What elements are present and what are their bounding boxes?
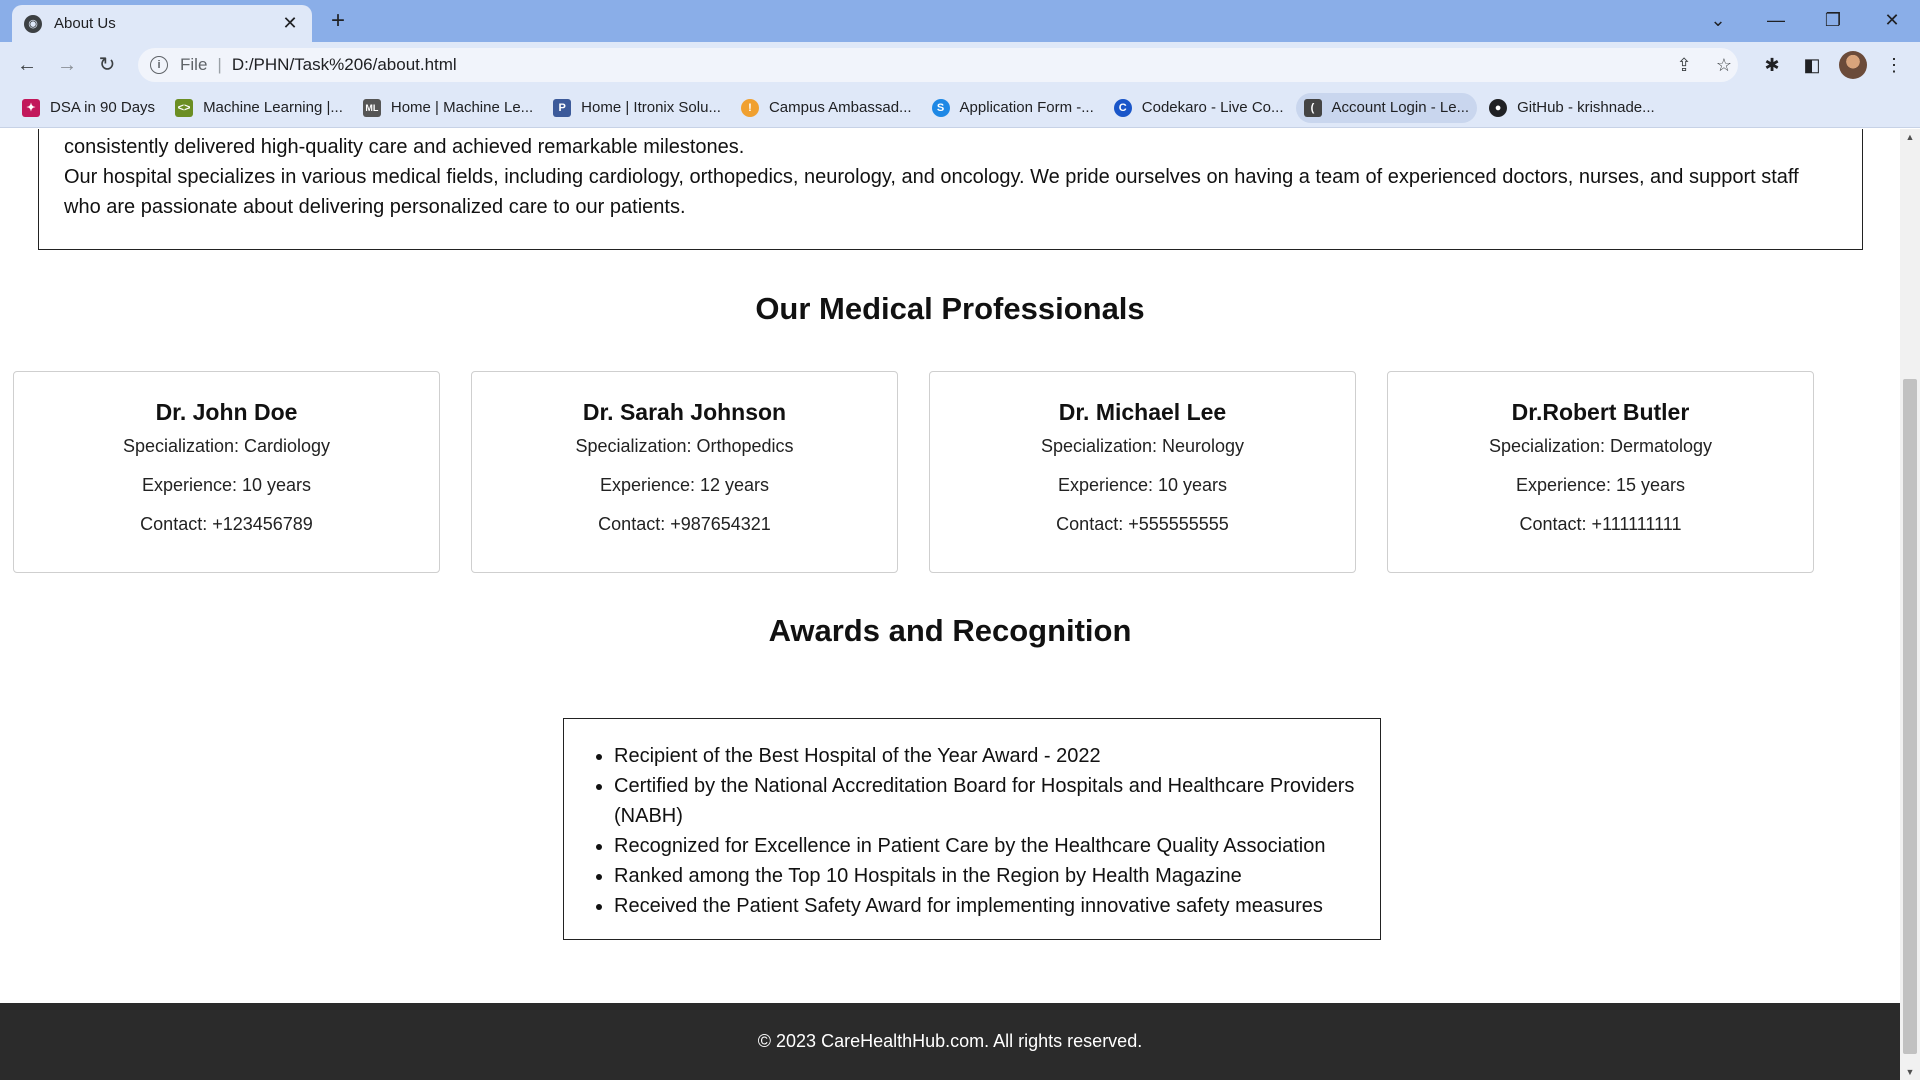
tab-about-us[interactable]: ◉ About Us ✕ bbox=[12, 5, 312, 42]
bookmark-label: DSA in 90 Days bbox=[50, 99, 156, 116]
about-line-1: consistently delivered high-quality care… bbox=[64, 136, 745, 158]
bookmark-favicon: ( bbox=[1303, 98, 1322, 117]
bookmark-campus-ambassador[interactable]: ! Campus Ambassad... bbox=[733, 93, 920, 123]
bookmark-dsa[interactable]: ✦ DSA in 90 Days bbox=[14, 93, 163, 123]
reload-button[interactable]: ↻ bbox=[93, 51, 121, 79]
page-viewport: consistently delivered high-quality care… bbox=[0, 129, 1900, 1080]
about-line-2: Our hospital specializes in various medi… bbox=[64, 166, 1799, 218]
doctor-experience: Experience: 10 years bbox=[1057, 475, 1228, 495]
bookmark-label: Codekaro - Live Co... bbox=[1141, 99, 1284, 116]
bookmark-github[interactable]: ● GitHub - krishnade... bbox=[1481, 93, 1663, 123]
award-item: Ranked among the Top 10 Hospitals in the… bbox=[614, 861, 1360, 891]
bookmark-favicon: ✦ bbox=[22, 98, 40, 117]
minimize-button[interactable]: — bbox=[1756, 6, 1796, 34]
doctor-name: Dr.Robert Butler bbox=[1511, 399, 1690, 425]
bookmark-codekaro[interactable]: C Codekaro - Live Co... bbox=[1106, 93, 1292, 123]
url-text[interactable]: D:/PHN/Task%206/about.html bbox=[232, 55, 457, 75]
doctor-card: Dr. Michael Lee Specialization: Neurolog… bbox=[929, 371, 1356, 573]
bookmark-label: Account Login - Le... bbox=[1331, 99, 1470, 116]
copyright-text: © 2023 CareHealthHub.com. All rights res… bbox=[757, 1031, 1143, 1051]
awards-list: Recipient of the Best Hospital of the Ye… bbox=[614, 741, 1360, 921]
scroll-thumb[interactable] bbox=[1903, 379, 1917, 1054]
about-section: consistently delivered high-quality care… bbox=[38, 129, 1863, 250]
bookmark-favicon: S bbox=[931, 98, 950, 117]
tab-title: About Us bbox=[54, 15, 116, 32]
close-window-button[interactable]: ✕ bbox=[1872, 6, 1912, 34]
url-scheme: File bbox=[180, 55, 208, 74]
award-item: Received the Patient Safety Award for im… bbox=[614, 891, 1360, 921]
professionals-heading: Our Medical Professionals bbox=[755, 291, 1145, 326]
bookmark-account-login[interactable]: ( Account Login - Le... bbox=[1295, 92, 1478, 123]
bookmark-favicon: <> bbox=[175, 98, 194, 117]
menu-icon[interactable]: ⋮ bbox=[1880, 51, 1908, 79]
globe-icon: ◉ bbox=[24, 14, 42, 33]
doctor-specialization: Specialization: Cardiology bbox=[122, 436, 331, 456]
bookmark-favicon: C bbox=[1113, 98, 1132, 117]
bookmark-label: Machine Learning |... bbox=[203, 99, 343, 116]
doctor-card: Dr. John Doe Specialization: Cardiology … bbox=[13, 371, 440, 573]
doctor-experience: Experience: 10 years bbox=[141, 475, 312, 495]
address-bar[interactable]: i File | D:/PHN/Task%206/about.html ⇪ ☆ bbox=[138, 48, 1738, 82]
bookmark-star-icon[interactable]: ☆ bbox=[1709, 48, 1739, 82]
doctor-contact: Contact: +987654321 bbox=[598, 514, 771, 534]
side-panel-icon[interactable]: ◧ bbox=[1798, 51, 1826, 79]
doctor-name: Dr. Michael Lee bbox=[1058, 399, 1227, 425]
page-footer: © 2023 CareHealthHub.com. All rights res… bbox=[0, 1003, 1900, 1080]
forward-button[interactable]: → bbox=[53, 51, 81, 79]
doctor-card: Dr. Sarah Johnson Specialization: Orthop… bbox=[471, 371, 898, 573]
award-item: Certified by the National Accreditation … bbox=[614, 771, 1360, 831]
doctor-experience: Experience: 15 years bbox=[1515, 475, 1686, 495]
bookmark-label: Home | Machine Le... bbox=[390, 99, 534, 116]
back-button[interactable]: ← bbox=[13, 51, 41, 79]
doctor-contact: Contact: +111111111 bbox=[1519, 514, 1682, 534]
doctor-experience: Experience: 12 years bbox=[599, 475, 770, 495]
doctor-card: Dr.Robert Butler Specialization: Dermato… bbox=[1387, 371, 1814, 573]
bookmark-label: Application Form -... bbox=[959, 99, 1094, 116]
github-icon: ● bbox=[1489, 98, 1508, 117]
bookmark-home-machine-learning[interactable]: ML Home | Machine Le... bbox=[355, 93, 541, 123]
scroll-up-arrow[interactable]: ▲ bbox=[1900, 129, 1920, 145]
bookmark-label: Campus Ambassad... bbox=[768, 99, 912, 116]
bookmark-favicon: P bbox=[553, 98, 572, 117]
url-separator: | bbox=[217, 55, 222, 74]
browser-toolbar: ← → ↻ i File | D:/PHN/Task%206/about.htm… bbox=[0, 42, 1920, 88]
extensions-icon[interactable]: ✱ bbox=[1758, 51, 1786, 79]
share-icon[interactable]: ⇪ bbox=[1669, 48, 1699, 82]
scroll-down-arrow[interactable]: ▼ bbox=[1900, 1064, 1920, 1080]
new-tab-button[interactable]: + bbox=[324, 8, 352, 36]
doctor-specialization: Specialization: Neurology bbox=[1040, 436, 1245, 456]
award-item: Recipient of the Best Hospital of the Ye… bbox=[614, 741, 1360, 771]
bookmarks-bar: ✦ DSA in 90 Days <> Machine Learning |..… bbox=[0, 88, 1920, 128]
awards-heading: Awards and Recognition bbox=[768, 613, 1132, 648]
profile-avatar[interactable] bbox=[1839, 51, 1867, 79]
doctor-specialization: Specialization: Dermatology bbox=[1488, 436, 1713, 456]
restore-button[interactable]: ❐ bbox=[1813, 6, 1853, 34]
info-icon[interactable]: i bbox=[150, 56, 168, 74]
doctor-name: Dr. Sarah Johnson bbox=[582, 399, 787, 425]
doctor-contact: Contact: +555555555 bbox=[1056, 514, 1229, 534]
tab-strip: ◉ About Us ✕ + ⌄ — ❐ ✕ bbox=[0, 0, 1920, 42]
doctor-specialization: Specialization: Orthopedics bbox=[575, 436, 794, 456]
award-item: Recognized for Excellence in Patient Car… bbox=[614, 831, 1360, 861]
bookmark-favicon: ML bbox=[362, 98, 381, 117]
bookmark-itronix[interactable]: P Home | Itronix Solu... bbox=[545, 93, 729, 123]
bookmark-label: GitHub - krishnade... bbox=[1517, 99, 1655, 116]
bookmark-machine-learning[interactable]: <> Machine Learning |... bbox=[167, 93, 351, 123]
doctor-name: Dr. John Doe bbox=[155, 399, 298, 425]
awards-section: Recipient of the Best Hospital of the Ye… bbox=[563, 718, 1381, 940]
bookmark-favicon: ! bbox=[740, 98, 759, 117]
vertical-scrollbar[interactable]: ▲ ▼ bbox=[1900, 129, 1920, 1080]
close-tab-icon[interactable]: ✕ bbox=[280, 13, 300, 34]
tab-search-button[interactable]: ⌄ bbox=[1698, 6, 1738, 34]
bookmark-label: Home | Itronix Solu... bbox=[581, 99, 721, 116]
doctor-contact: Contact: +123456789 bbox=[140, 514, 313, 534]
doctor-cards: Dr. John Doe Specialization: Cardiology … bbox=[13, 371, 1845, 573]
bookmark-application-form[interactable]: S Application Form -... bbox=[924, 93, 1102, 123]
